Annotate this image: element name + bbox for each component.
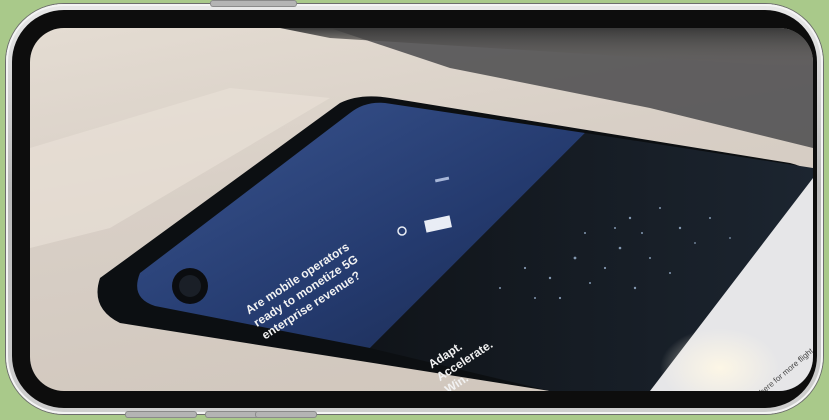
side-button	[211, 1, 296, 6]
volume-button	[126, 412, 196, 417]
photo-illustration: Are mobile operators ready to monetize 5…	[30, 28, 813, 391]
photo-screen: Are mobile operators ready to monetize 5…	[30, 28, 813, 391]
volume-button	[256, 412, 316, 417]
